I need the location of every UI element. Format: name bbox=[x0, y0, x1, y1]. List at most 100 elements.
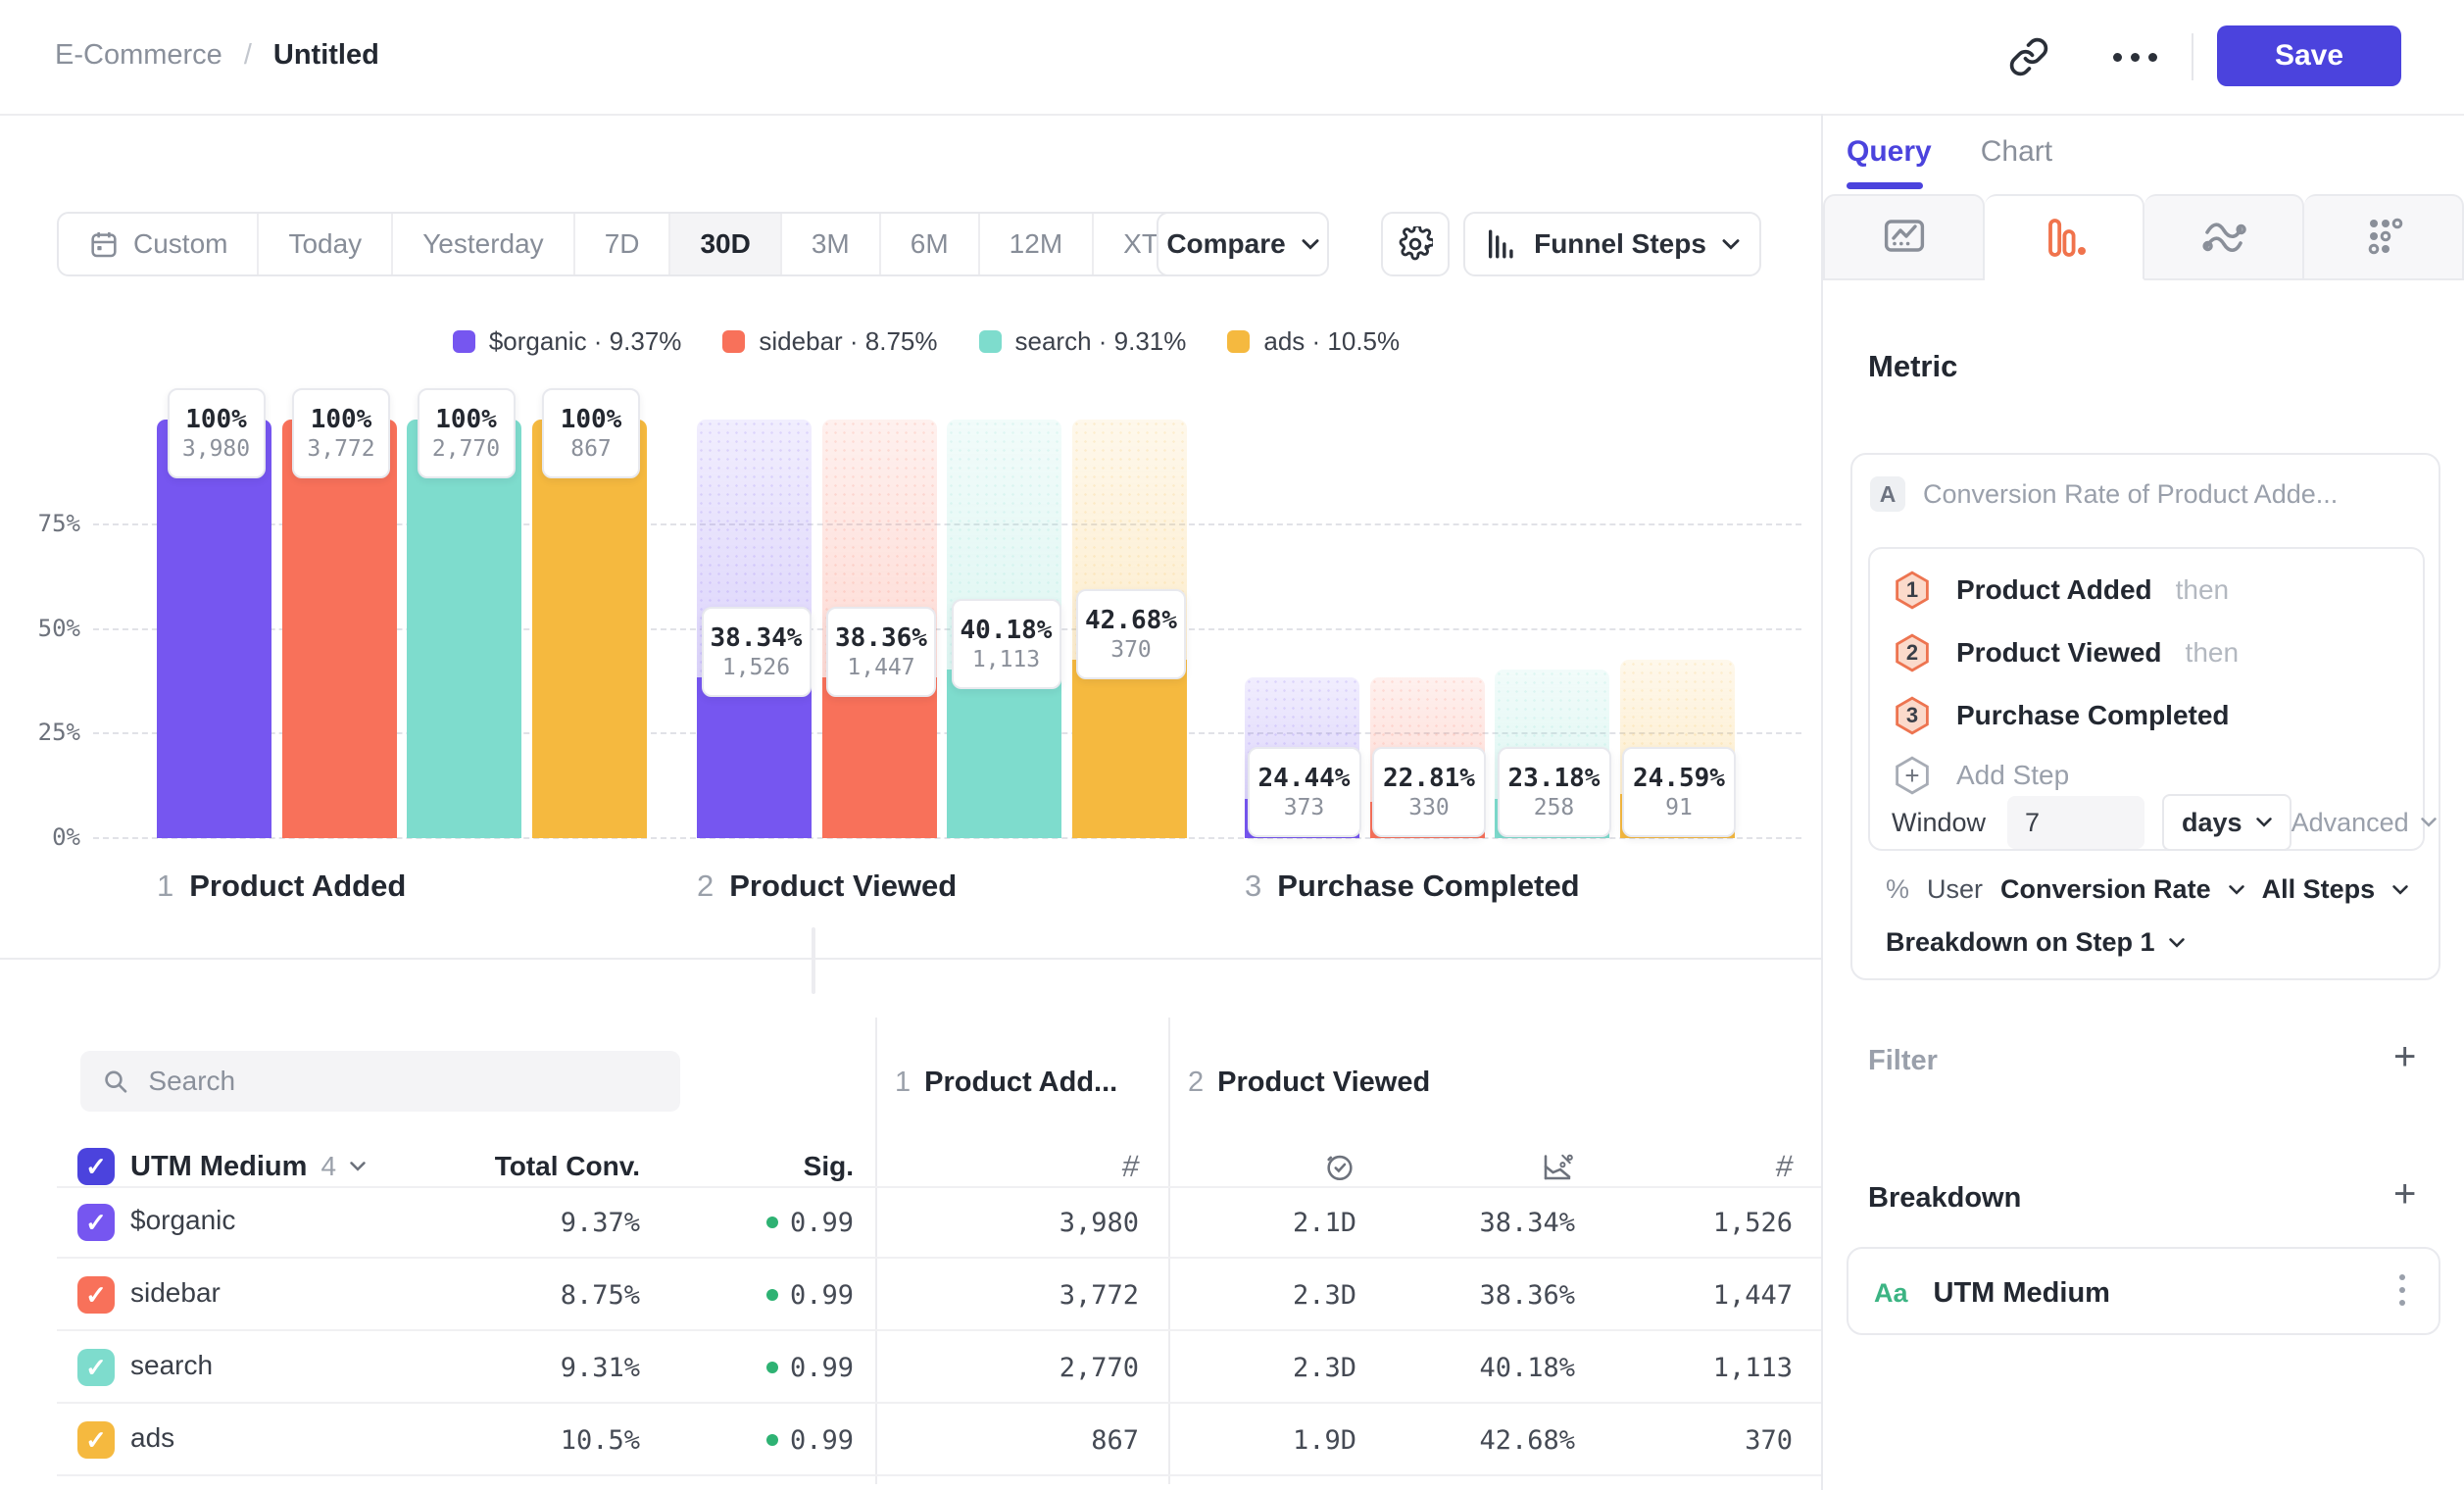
metric-title-row[interactable]: A Conversion Rate of Product Adde... bbox=[1870, 476, 2338, 512]
breakdown-table: 1Product Add...2Product Viewed✓UTM Mediu… bbox=[0, 1010, 1821, 1490]
bar-label: 22.81%330 bbox=[1372, 747, 1486, 837]
conversion-chart-icon bbox=[1540, 1149, 1575, 1184]
bar-step1-ads[interactable] bbox=[532, 420, 647, 838]
bar-label: 42.68%370 bbox=[1076, 589, 1186, 679]
funnel-bar-chart-icon bbox=[2041, 214, 2088, 261]
chart-type-flow-tab[interactable] bbox=[2144, 194, 2304, 280]
bar-step1-search[interactable] bbox=[407, 420, 521, 838]
panel-tabs: Query Chart bbox=[1847, 135, 2052, 169]
group-column-label[interactable]: UTM Medium4 bbox=[130, 1145, 366, 1188]
more-menu-button[interactable] bbox=[2107, 29, 2162, 84]
chart-type-funnel-tab[interactable] bbox=[1985, 194, 2144, 280]
bar-value-label: 1,113 bbox=[972, 647, 1040, 672]
breakdown-property-card[interactable]: Aa UTM Medium bbox=[1847, 1247, 2440, 1335]
chart-type-line-tab[interactable] bbox=[1823, 194, 1985, 280]
measured-entity[interactable]: User bbox=[1927, 874, 1983, 905]
bar-step2-search[interactable] bbox=[947, 670, 1061, 838]
y-axis-tick: 50% bbox=[14, 615, 80, 644]
step-number: 1 bbox=[157, 869, 173, 904]
query-step-1[interactable]: 1Product Addedthen bbox=[1892, 559, 2401, 621]
row-name: ads bbox=[130, 1422, 424, 1458]
funnel-chart: 0%25%50%75%100%3,980100%3,772100%2,77010… bbox=[0, 0, 1821, 1019]
kebab-menu-icon[interactable] bbox=[2399, 1274, 2405, 1306]
table-row-sidebar[interactable]: ✓sidebar8.75%0.993,7722.3D38.36%1,447 bbox=[0, 1259, 1821, 1331]
metric-value: 1,447 bbox=[1587, 1275, 1793, 1315]
metric-value: 2.3D bbox=[1151, 1348, 1356, 1387]
step-event-name: Product Viewed bbox=[1956, 637, 2162, 669]
funnel-steps-card: 1Product Addedthen2Product Viewedthen3Pu… bbox=[1868, 547, 2425, 851]
bar-value-label: 330 bbox=[1408, 795, 1450, 820]
metric-icon-cell[interactable]: # bbox=[1021, 1143, 1139, 1190]
bar-step2-sidebar[interactable] bbox=[822, 677, 937, 838]
tab-chart[interactable]: Chart bbox=[1981, 135, 2052, 169]
add-breakdown-button[interactable]: + bbox=[2393, 1174, 2416, 1214]
breakdown-on-dropdown[interactable]: Breakdown on Step 1 bbox=[1886, 927, 2185, 958]
table-header-row: ✓UTM Medium4Total Conv.Sig.## bbox=[0, 1010, 1821, 1186]
significance-dot bbox=[766, 1434, 778, 1446]
save-button[interactable]: Save bbox=[2217, 25, 2401, 86]
measured-metric-dropdown[interactable]: Conversion Rate bbox=[2000, 874, 2211, 905]
metric-title: Conversion Rate of Product Adde... bbox=[1923, 479, 2338, 510]
funnel-steps-list: 1Product Addedthen2Product Viewedthen3Pu… bbox=[1892, 559, 2401, 804]
group-column-name: UTM Medium bbox=[130, 1151, 307, 1183]
measured-scope-dropdown[interactable]: All Steps bbox=[2262, 874, 2376, 905]
bar-step2-ads[interactable] bbox=[1072, 660, 1187, 838]
table-row-organic[interactable]: ✓$organic9.37%0.993,9802.1D38.34%1,526 bbox=[0, 1186, 1821, 1259]
layout-split-button[interactable] bbox=[813, 929, 815, 963]
row-checkbox[interactable]: ✓ bbox=[77, 1276, 115, 1314]
bar-step1-organic[interactable] bbox=[157, 420, 271, 838]
row-checkbox[interactable]: ✓ bbox=[77, 1204, 115, 1241]
bar-step2-organic[interactable] bbox=[697, 677, 812, 838]
metric-icon-cell[interactable] bbox=[1239, 1143, 1356, 1190]
step-name: Product Added bbox=[189, 869, 406, 904]
metric-icon-cell[interactable] bbox=[1457, 1143, 1575, 1190]
row-checkbox[interactable]: ✓ bbox=[77, 1421, 115, 1459]
query-step-3[interactable]: 3Purchase Completed bbox=[1892, 684, 2401, 747]
step-event-name: Purchase Completed bbox=[1956, 700, 2230, 731]
share-link-button[interactable] bbox=[2001, 29, 2056, 84]
step-name: Purchase Completed bbox=[1277, 869, 1579, 904]
advanced-toggle[interactable]: Advanced bbox=[2292, 808, 2437, 838]
table-row-ads[interactable]: ✓ads10.5%0.998671.9D42.68%370 bbox=[0, 1404, 1821, 1476]
step-suffix: then bbox=[2176, 574, 2230, 606]
filter-heading: Filter bbox=[1868, 1045, 1938, 1077]
header-divider bbox=[2192, 33, 2193, 80]
metric-value: 370 bbox=[1587, 1420, 1793, 1460]
bar-value-label: 3,772 bbox=[307, 436, 374, 462]
metric-value: 2.1D bbox=[1151, 1203, 1356, 1242]
layout-table-only-button[interactable] bbox=[813, 929, 815, 963]
table-row-search[interactable]: ✓search9.31%0.992,7702.3D40.18%1,113 bbox=[0, 1331, 1821, 1404]
count-icon: # bbox=[1774, 1149, 1795, 1184]
row-name: $organic bbox=[130, 1205, 424, 1240]
window-unit-select[interactable]: days bbox=[2162, 794, 2292, 851]
chevron-down-icon bbox=[350, 1162, 366, 1171]
metric-value: 2.3D bbox=[1151, 1275, 1356, 1315]
sig-header: Sig. bbox=[658, 1145, 854, 1188]
metric-card: A Conversion Rate of Product Adde... 1Pr… bbox=[1850, 453, 2440, 980]
select-all-checkbox[interactable]: ✓ bbox=[77, 1148, 115, 1185]
window-value-input[interactable] bbox=[2007, 796, 2144, 849]
bar-value-label: 2,770 bbox=[432, 436, 500, 462]
sig-value: 0.99 bbox=[638, 1275, 854, 1315]
bar-pct-label: 100% bbox=[185, 405, 247, 434]
metric-value: 40.18% bbox=[1369, 1348, 1575, 1387]
row-checkbox[interactable]: ✓ bbox=[77, 1349, 115, 1386]
step-axis-label-1: 1 Product Added bbox=[157, 869, 406, 904]
add-filter-button[interactable]: + bbox=[2393, 1037, 2416, 1076]
step-name: Product Viewed bbox=[729, 869, 957, 904]
flow-icon bbox=[2200, 214, 2247, 261]
breakdown-property-name: UTM Medium bbox=[1934, 1277, 2110, 1310]
bar-label: 38.34%1,526 bbox=[702, 607, 812, 697]
bar-pct-label: 100% bbox=[561, 405, 622, 434]
metric-icon-cell[interactable]: # bbox=[1675, 1143, 1793, 1190]
bar-step1-sidebar[interactable] bbox=[282, 420, 397, 838]
active-tab-underline bbox=[1847, 182, 1923, 189]
tab-query[interactable]: Query bbox=[1847, 135, 1932, 169]
sig-value: 0.99 bbox=[638, 1203, 854, 1242]
add-step-label: Add Step bbox=[1956, 760, 2069, 791]
count-icon: # bbox=[1120, 1149, 1141, 1184]
query-step-2[interactable]: 2Product Viewedthen bbox=[1892, 621, 2401, 684]
breakdown-heading: Breakdown bbox=[1868, 1182, 2021, 1215]
chart-type-grid-tab[interactable] bbox=[2304, 194, 2464, 280]
layout-chart-only-button[interactable] bbox=[813, 929, 815, 963]
